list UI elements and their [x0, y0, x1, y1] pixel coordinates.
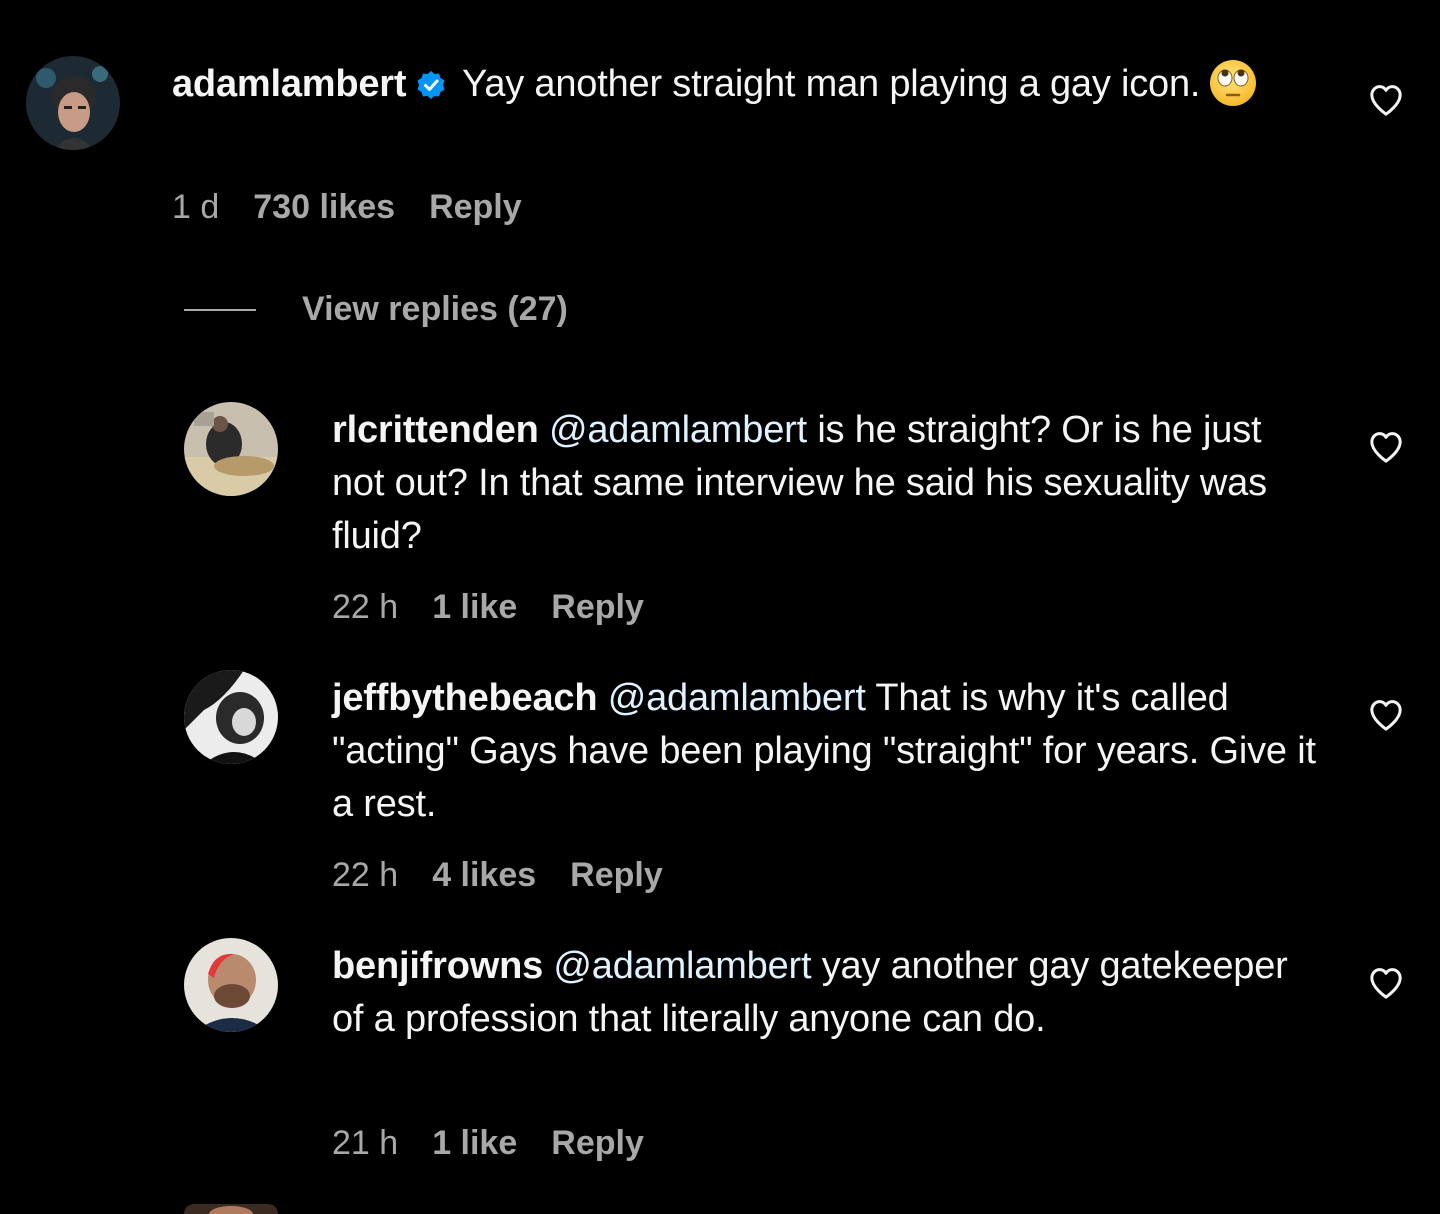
reply-button[interactable]: Reply: [429, 188, 522, 226]
avatar[interactable]: [184, 402, 278, 496]
like-heart-icon[interactable]: [1366, 80, 1406, 120]
likes-count[interactable]: 4 likes: [432, 856, 536, 894]
reply-time: 22 h: [332, 856, 399, 894]
avatar[interactable]: [184, 1204, 278, 1214]
reply-comment: rlcrittenden @adamlambert is he straight…: [0, 390, 1440, 640]
mention-link[interactable]: @adamlambert: [608, 677, 866, 719]
reply-meta: 21 h 1 like Reply: [332, 1124, 678, 1163]
reply-button[interactable]: Reply: [570, 856, 663, 894]
likes-count[interactable]: 1 like: [432, 588, 517, 626]
reply-meta: 22 h 1 like Reply: [332, 588, 678, 627]
avatar[interactable]: [184, 670, 278, 764]
mention-link[interactable]: @adamlambert: [553, 945, 811, 987]
comment-body: Yay another straight man playing a gay i…: [462, 63, 1201, 105]
comment-time: 1 d: [172, 188, 220, 226]
reply-button[interactable]: Reply: [551, 1124, 644, 1162]
verified-badge-icon: [416, 62, 446, 115]
reply-username[interactable]: jeffbythebeach: [332, 677, 598, 719]
divider: [184, 308, 256, 311]
reply-text: jeffbythebeach @adamlambert That is why …: [332, 672, 1322, 831]
like-heart-icon[interactable]: [1366, 427, 1406, 467]
reply-username[interactable]: rlcrittenden: [332, 409, 539, 451]
rolling-eyes-emoji-icon: [1208, 58, 1258, 123]
reply-comment: benjifrowns @adamlambert yay another gay…: [0, 926, 1440, 1176]
reply-username[interactable]: benjifrowns: [332, 945, 543, 987]
avatar[interactable]: [184, 938, 278, 1032]
reply-meta: 22 h 4 likes Reply: [332, 856, 697, 895]
reply-comment: jeffbythebeach @adamlambert That is why …: [0, 658, 1440, 908]
comment-username[interactable]: adamlambert: [172, 63, 407, 105]
likes-count[interactable]: 1 like: [432, 1124, 517, 1162]
view-replies-button[interactable]: View replies (27): [184, 290, 568, 329]
reply-button[interactable]: Reply: [551, 588, 644, 626]
comment-meta: 1 d 730 likes Reply: [172, 188, 556, 227]
comment-text: adamlambert Yay another straight man pla…: [172, 58, 1292, 123]
like-heart-icon[interactable]: [1366, 963, 1406, 1003]
mention-link[interactable]: @adamlambert: [549, 409, 807, 451]
like-heart-icon[interactable]: [1366, 695, 1406, 735]
reply-text: benjifrowns @adamlambert yay another gay…: [332, 940, 1322, 1046]
view-replies-label: View replies (27): [302, 290, 568, 328]
reply-text: rlcrittenden @adamlambert is he straight…: [332, 404, 1322, 563]
reply-time: 22 h: [332, 588, 399, 626]
likes-count[interactable]: 730 likes: [253, 188, 395, 226]
reply-time: 21 h: [332, 1124, 399, 1162]
avatar[interactable]: [26, 56, 120, 150]
comment-main: adamlambert Yay another straight man pla…: [0, 0, 1440, 260]
